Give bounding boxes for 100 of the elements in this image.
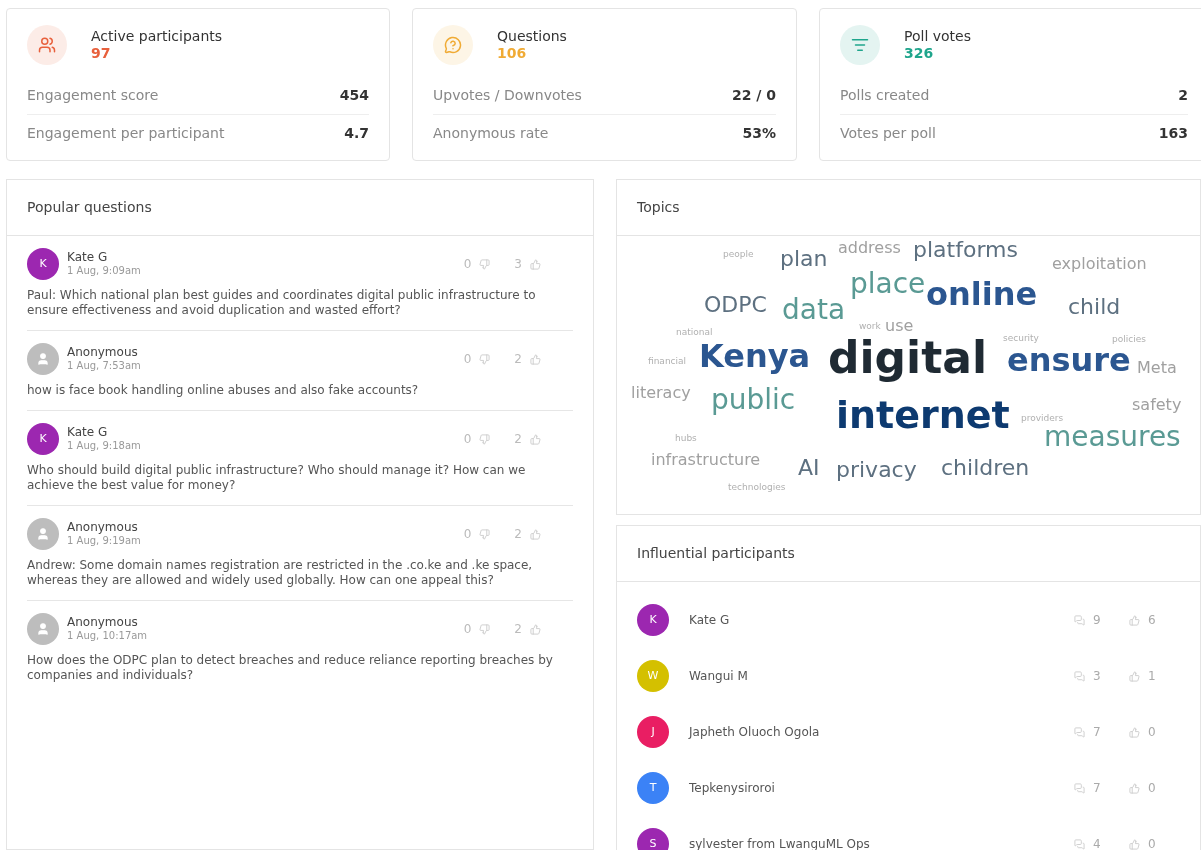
word-cloud-word: hubs: [675, 434, 697, 443]
stat-title: Active participants: [91, 27, 223, 45]
thumbs-down-icon[interactable]: [479, 258, 491, 270]
upvote-count: 2: [514, 431, 522, 448]
thumbs-up-icon[interactable]: [530, 353, 541, 365]
question-count: 4: [1093, 836, 1102, 850]
word-cloud-word: security: [1003, 334, 1039, 343]
avatar: K: [637, 604, 669, 636]
stat-label: Votes per poll: [840, 124, 936, 143]
question-count: 7: [1093, 724, 1102, 741]
avatar: W: [637, 660, 669, 692]
word-cloud-word: place: [850, 270, 926, 298]
word-cloud-word: national: [676, 328, 713, 337]
question-text: How does the ODPC plan to detect breaches and reduce reliance reporting breaches by companies and individuals?: [27, 653, 554, 683]
panel-title: Topics: [637, 198, 680, 217]
stat-number: 163: [1158, 124, 1188, 143]
thumbs-up-icon: [1129, 670, 1140, 682]
word-cloud-word: measures: [1044, 423, 1181, 451]
like-count: 1: [1148, 668, 1157, 685]
word-cloud-word: use: [885, 318, 914, 334]
stat-title: Questions: [497, 27, 567, 45]
downvote-count: 0: [463, 256, 472, 273]
question-count: 7: [1093, 780, 1102, 797]
downvote-count: 0: [463, 431, 472, 448]
word-cloud-word: ODPC: [704, 294, 767, 316]
user-icon: [36, 622, 50, 636]
stat-number: 53%: [742, 124, 776, 143]
avatar: K: [27, 248, 59, 280]
author-name: Kate G: [67, 250, 109, 266]
author-name: Anonymous: [67, 345, 139, 361]
like-count: 6: [1148, 612, 1157, 629]
word-cloud-word: child: [1068, 296, 1121, 318]
question-text: Andrew: Some domain names registration are restricted in the .co.ke and .ke space, whereas they are allowed and widely used globally. How can one appeal this?: [27, 558, 534, 588]
thumbs-down-icon[interactable]: [479, 353, 491, 365]
like-count: 0: [1148, 724, 1157, 741]
word-cloud-word: technologies: [728, 483, 786, 492]
author-name: Kate G: [67, 425, 109, 441]
user-icon: [36, 527, 50, 541]
stat-label: Upvotes / Downvotes: [433, 86, 582, 105]
participant-name: Tepkenysiroroi: [689, 780, 776, 797]
thumbs-down-icon[interactable]: [479, 623, 491, 635]
question-text: Paul: Which national plan best guides and coordinates digital public infrastructure to ensure effectiveness and avoid duplication and wasted effort?: [27, 288, 537, 318]
upvote-count: 2: [514, 526, 522, 543]
word-cloud-word: providers: [1021, 414, 1064, 423]
user-icon: [36, 352, 50, 366]
stat-number: 454: [339, 86, 369, 105]
word-cloud-word: exploitation: [1052, 256, 1147, 272]
stat-label: Engagement per participant: [27, 124, 225, 143]
thumbs-up-icon: [1129, 782, 1140, 794]
like-count: 0: [1148, 780, 1157, 797]
stat-label: Polls created: [840, 86, 930, 105]
question-count: 9: [1093, 612, 1102, 629]
word-cloud-word: work: [859, 322, 881, 331]
like-count: 0: [1148, 836, 1157, 850]
thumbs-down-icon[interactable]: [479, 433, 491, 445]
word-cloud-word: data: [782, 296, 846, 324]
thumbs-up-icon: [1129, 838, 1140, 850]
messages-icon: [1074, 670, 1085, 682]
word-cloud-word: online: [926, 278, 1038, 310]
word-cloud-word: infrastructure: [651, 452, 761, 468]
word-cloud-word: plan: [780, 248, 828, 270]
word-cloud-word: safety: [1132, 397, 1182, 413]
stat-title: Poll votes: [904, 27, 971, 45]
question-time: 1 Aug, 7:53am: [67, 360, 142, 373]
thumbs-up-icon: [1129, 614, 1140, 626]
upvote-count: 3: [514, 256, 522, 273]
downvote-count: 0: [463, 351, 472, 368]
downvote-count: 0: [463, 621, 472, 638]
thumbs-up-icon[interactable]: [530, 528, 541, 540]
stat-value: 97: [91, 45, 112, 63]
messages-icon: [1074, 726, 1085, 738]
upvote-count: 2: [514, 351, 522, 368]
word-cloud-word: platforms: [913, 239, 1018, 261]
thumbs-down-icon[interactable]: [479, 528, 491, 540]
question-time: 1 Aug, 9:19am: [67, 535, 142, 548]
stat-value: 106: [497, 45, 528, 63]
author-name: Anonymous: [67, 615, 139, 631]
word-cloud-word: policies: [1112, 335, 1146, 344]
downvote-count: 0: [463, 526, 472, 543]
avatar: J: [637, 716, 669, 748]
word-cloud-word: public: [711, 386, 796, 414]
question-time: 1 Aug, 10:17am: [67, 630, 149, 643]
thumbs-up-icon[interactable]: [530, 258, 541, 270]
question-text: Who should build digital public infrastructure? Who should manage it? How can we achieve the best value for money?: [27, 463, 527, 493]
thumbs-up-icon[interactable]: [530, 433, 541, 445]
word-cloud-word: financial: [648, 357, 687, 366]
participant-name: sylvester from LwanguML Ops: [689, 836, 871, 850]
participant-name: Kate G: [689, 612, 731, 629]
question-count: 3: [1093, 668, 1102, 685]
word-cloud-word: children: [941, 457, 1030, 479]
avatar: S: [637, 828, 669, 850]
word-cloud-word: internet: [836, 396, 1010, 434]
avatar: T: [637, 772, 669, 804]
avatar: K: [27, 423, 59, 455]
word-cloud-word: ensure: [1007, 344, 1131, 376]
word-cloud-word: privacy: [836, 459, 917, 481]
stat-label: Engagement score: [27, 86, 159, 105]
word-cloud-word: address: [838, 240, 901, 256]
thumbs-up-icon[interactable]: [530, 623, 541, 635]
question-text: how is face book handling online abuses and also fake accounts?: [27, 383, 420, 398]
